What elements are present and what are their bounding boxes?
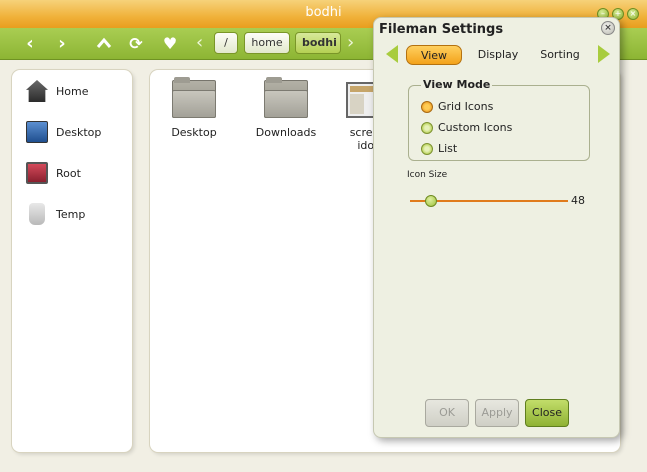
chevron-left-icon: ‹ <box>26 33 34 54</box>
refresh-icon: ⟳ <box>129 34 143 53</box>
file-item-downloads[interactable]: Downloads <box>244 77 328 139</box>
radio-custom-icons[interactable]: Custom Icons <box>421 121 512 134</box>
radio-button[interactable] <box>421 121 433 134</box>
radio-label: List <box>438 142 458 155</box>
tab-sorting[interactable]: Sorting <box>536 45 584 65</box>
refresh-button[interactable]: ⟳ <box>124 32 148 56</box>
sidebar-item-home[interactable]: Home <box>26 78 88 104</box>
tab-display[interactable]: Display <box>474 45 522 65</box>
tab-view[interactable]: View <box>406 45 462 65</box>
breadcrumb-bodhi[interactable]: bodhi <box>295 32 341 54</box>
sidebar-item-temp[interactable]: Temp <box>26 201 85 227</box>
forward-button[interactable]: › <box>50 32 74 56</box>
sidebar-item-label: Home <box>56 84 89 98</box>
apply-button[interactable]: Apply <box>475 399 519 427</box>
crumb-scroll-right-icon[interactable]: › <box>347 31 354 55</box>
heart-icon: ♥ <box>162 34 178 53</box>
breadcrumb-root[interactable]: / <box>214 32 238 54</box>
places-sidebar: Home Desktop Root Temp <box>12 70 132 452</box>
home-icon <box>26 80 48 102</box>
close-icon: × <box>604 23 612 33</box>
crumb-scroll-left-icon[interactable]: ‹ <box>196 31 203 55</box>
icon-size-label: Icon Size <box>407 170 448 180</box>
settings-dialog: Fileman Settings × View Display Sorting … <box>373 17 620 438</box>
sidebar-item-label: Temp <box>56 207 86 221</box>
folder-icon <box>172 77 216 118</box>
close-button[interactable]: Close <box>525 399 569 427</box>
settings-tabs: View Display Sorting <box>384 43 616 67</box>
ok-button[interactable]: OK <box>425 399 469 427</box>
tab-scroll-right-icon[interactable] <box>598 45 610 63</box>
breadcrumb-home[interactable]: home <box>244 32 290 54</box>
sidebar-item-desktop[interactable]: Desktop <box>26 119 101 145</box>
monitor-icon <box>26 162 48 184</box>
chevron-right-icon: › <box>58 33 66 54</box>
view-mode-group: View Mode Grid Icons Custom Icons List <box>408 78 590 161</box>
dialog-close-button[interactable]: × <box>601 21 615 35</box>
folder-icon <box>264 77 308 118</box>
trash-icon <box>29 203 45 225</box>
file-name: Desktop <box>171 126 217 139</box>
view-mode-legend: View Mode <box>421 78 493 91</box>
chevron-up-icon <box>96 37 112 48</box>
dialog-title: Fileman Settings <box>379 22 504 37</box>
desktop-icon <box>26 121 48 143</box>
radio-grid-icons[interactable]: Grid Icons <box>421 100 493 113</box>
up-button[interactable] <box>92 32 116 56</box>
radio-list[interactable]: List <box>421 142 457 155</box>
file-item-desktop[interactable]: Desktop <box>152 77 236 139</box>
radio-label: Custom Icons <box>438 121 513 134</box>
radio-button[interactable] <box>421 100 433 113</box>
sidebar-item-label: Desktop <box>56 125 102 139</box>
icon-size-slider-thumb[interactable] <box>425 195 437 207</box>
icon-size-value: 48 <box>571 194 585 207</box>
radio-label: Grid Icons <box>438 100 494 113</box>
radio-button[interactable] <box>421 142 433 155</box>
back-button[interactable]: ‹ <box>18 32 42 56</box>
file-name: Downloads <box>255 126 317 139</box>
close-window-button[interactable]: × <box>627 8 639 20</box>
sidebar-item-root[interactable]: Root <box>26 160 81 186</box>
tab-scroll-left-icon[interactable] <box>386 45 398 63</box>
bookmark-button[interactable]: ♥ <box>158 32 182 56</box>
sidebar-item-label: Root <box>56 166 81 180</box>
